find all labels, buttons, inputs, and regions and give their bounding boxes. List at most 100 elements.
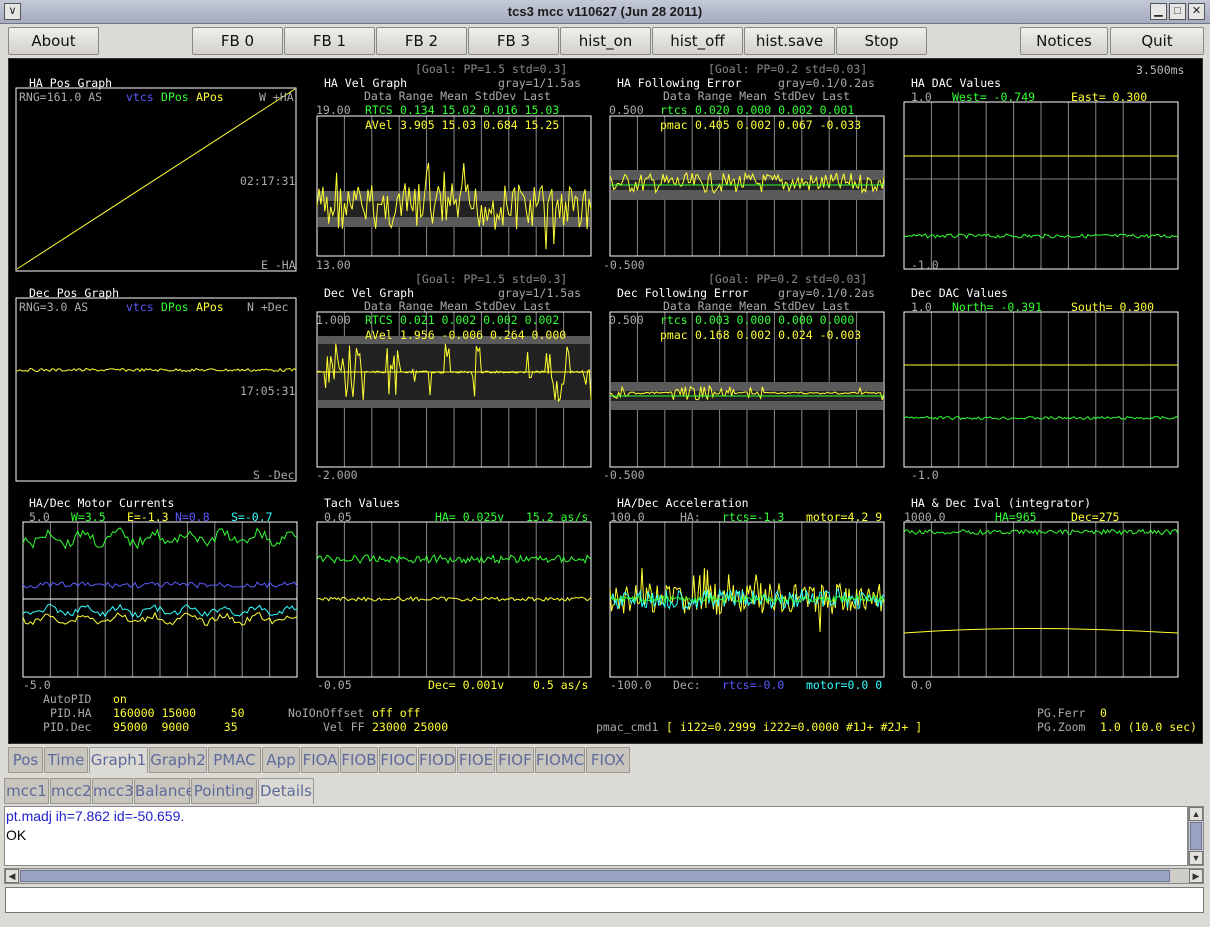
tab-mcc2[interactable]: mcc2	[50, 778, 92, 804]
dec-pos-dpos-legend: DPos	[161, 300, 189, 314]
ha-ferr-pmac-label: pmac	[660, 118, 688, 132]
dec-ferr-gray-note: gray=0.1/0.2as	[778, 286, 875, 300]
tab-mcc1[interactable]: mcc1	[4, 778, 49, 804]
minimize-button[interactable]: ▁	[1150, 3, 1167, 20]
ival-ha: HA=965	[995, 510, 1037, 524]
tach-dec-volts: Dec= 0.001v	[428, 678, 504, 692]
dec-vel-ymin: -2.000	[316, 468, 358, 482]
ha-pos-vtcs-legend: vtcs	[126, 90, 154, 104]
notices-button[interactable]: Notices	[1020, 27, 1108, 55]
tab-app[interactable]: App	[262, 747, 300, 773]
ival-ymin: 0.0	[911, 678, 932, 692]
accel-dec-motor: motor=0.0 0	[806, 678, 882, 692]
hist-on-button[interactable]: hist_on	[560, 27, 651, 55]
accel-ymin: -100.0	[610, 678, 652, 692]
log-line: OK	[6, 827, 27, 843]
log-horizontal-scrollbar[interactable]: ◀ ▶	[4, 868, 1204, 884]
tab-mcc3[interactable]: mcc3	[92, 778, 134, 804]
ha-ferr-goal: [Goal: PP=0.2 std=0.03]	[708, 62, 867, 76]
tab-fioe[interactable]: FIOE	[457, 747, 495, 773]
dec-ferr-pmac-stats: 0.168 0.002 0.024 -0.003	[695, 328, 861, 342]
about-button[interactable]: About	[8, 27, 99, 55]
tach-ymin: -0.05	[317, 678, 352, 692]
ha-ferr-ymax: 0.500	[609, 103, 644, 117]
tab-fiod[interactable]: FIOD	[418, 747, 456, 773]
pmac-cmd-value: [ i122=0.2999 i222=0.0000 #1J+ #2J+ ]	[666, 720, 922, 734]
pid-dec-value: 95000 9000 35	[113, 720, 238, 734]
accel-ymax: 100.0	[610, 510, 645, 524]
tab-pos[interactable]: Pos	[8, 747, 43, 773]
scroll-right-icon[interactable]: ▶	[1189, 869, 1203, 883]
scroll-left-icon[interactable]: ◀	[5, 869, 19, 883]
dec-ferr-goal: [Goal: PP=0.2 std=0.03]	[708, 272, 867, 286]
tab-fiomc[interactable]: FIOMC	[535, 747, 585, 773]
log-vertical-scrollbar[interactable]: ▲ ▼	[1188, 806, 1204, 866]
fb1-button[interactable]: FB 1	[284, 27, 375, 55]
tab-fioa[interactable]: FIOA	[301, 747, 339, 773]
tab-time[interactable]: Time	[44, 747, 88, 773]
ha-pos-east-label: E -HA	[261, 258, 296, 272]
stop-button[interactable]: Stop	[836, 27, 927, 55]
dec-ferr-rtcs-label: rtcs	[660, 313, 688, 327]
hist-save-button[interactable]: hist.save	[744, 27, 835, 55]
fb3-button[interactable]: FB 3	[468, 27, 559, 55]
dec-vel-rtcs-label: RTCS	[365, 313, 393, 327]
dec-dac-south: South= 0.300	[1071, 300, 1154, 314]
accel-ha-motor: motor=4.2 9	[806, 510, 882, 524]
ha-dac-ymax: 1.0	[911, 90, 932, 104]
pg-zoom-value: 1.0 (10.0 sec)	[1100, 720, 1197, 734]
dec-ferr-title: Dec Following Error	[617, 286, 749, 300]
ha-vel-avel-stats: 3.905 15.03 0.684 15.25	[400, 118, 559, 132]
dec-ferr-rtcs-stats: 0.003 0.000 0.000 0.000	[695, 313, 854, 327]
dec-dac-ymax: 1.0	[911, 300, 932, 314]
dec-pos-range: RNG=3.0 AS	[19, 300, 88, 314]
tab-fiof[interactable]: FIOF	[496, 747, 534, 773]
tab-balance[interactable]: Balance	[134, 778, 195, 804]
log-line: pt.madj ih=7.862 id=-50.659.	[6, 808, 185, 824]
autopid-label: AutoPID	[43, 692, 92, 706]
tach-ha-rate: 15.2 as/s	[526, 510, 588, 524]
accel-title: HA/Dec Acceleration	[617, 496, 749, 510]
tab-fiox[interactable]: FIOX	[586, 747, 630, 773]
maximize-button[interactable]: □	[1169, 3, 1186, 20]
scroll-down-icon[interactable]: ▼	[1189, 851, 1203, 865]
fb0-button[interactable]: FB 0	[192, 27, 283, 55]
ha-dac-west: West= -0.749	[952, 90, 1035, 104]
hist-off-button[interactable]: hist_off	[652, 27, 743, 55]
dec-vel-ymax: 1.000	[316, 313, 351, 327]
scroll-thumb[interactable]	[20, 870, 1170, 882]
ha-dac-ymin: -1.0	[911, 258, 939, 272]
currents-ymin: -5.0	[23, 678, 51, 692]
close-button[interactable]: ✕	[1188, 3, 1205, 20]
dec-pos-time: 17:05:31	[240, 384, 295, 398]
scroll-up-icon[interactable]: ▲	[1189, 807, 1203, 821]
ha-ferr-rtcs-label: rtcs	[660, 103, 688, 117]
scroll-thumb[interactable]	[1190, 822, 1202, 850]
fb2-button[interactable]: FB 2	[376, 27, 467, 55]
dec-pos-south-label: S -Dec	[253, 468, 295, 482]
dec-pos-title: Dec Pos Graph	[29, 286, 119, 300]
tab-graph1[interactable]: Graph1	[89, 747, 148, 773]
tach-title: Tach Values	[324, 496, 400, 510]
tab-fioc[interactable]: FIOC	[379, 747, 417, 773]
accel-ha-rtcs: rtcs=-1.3	[722, 510, 784, 524]
currents-east: E=-1.3	[127, 510, 169, 524]
pid-ha-label: PID.HA	[50, 706, 92, 720]
ha-pos-west-label: W +HA	[259, 90, 294, 104]
ha-vel-rtcs-stats: 0.134 15.02 0.016 15.03	[400, 103, 559, 117]
pg-ferr-value: 0	[1100, 706, 1107, 720]
tab-graph2[interactable]: Graph2	[149, 747, 207, 773]
dec-dac-title: Dec DAC Values	[911, 286, 1008, 300]
tab-pointing[interactable]: Pointing	[191, 778, 257, 804]
tab-details[interactable]: Details	[258, 778, 314, 804]
dec-pos-vtcs-legend: vtcs	[126, 300, 154, 314]
vel-ff-value: 23000 25000	[372, 720, 448, 734]
command-input[interactable]	[5, 887, 1204, 913]
tab-pmac[interactable]: PMAC	[208, 747, 261, 773]
tab-fiob[interactable]: FIOB	[340, 747, 378, 773]
dec-vel-rtcs-stats: 0.021 0.002 0.002 0.002	[400, 313, 559, 327]
autopid-value: on	[113, 692, 127, 706]
quit-button[interactable]: Quit	[1110, 27, 1204, 55]
pid-dec-label: PID.Dec	[43, 720, 91, 734]
ha-vel-header: Data Range Mean StdDev Last	[364, 89, 551, 103]
